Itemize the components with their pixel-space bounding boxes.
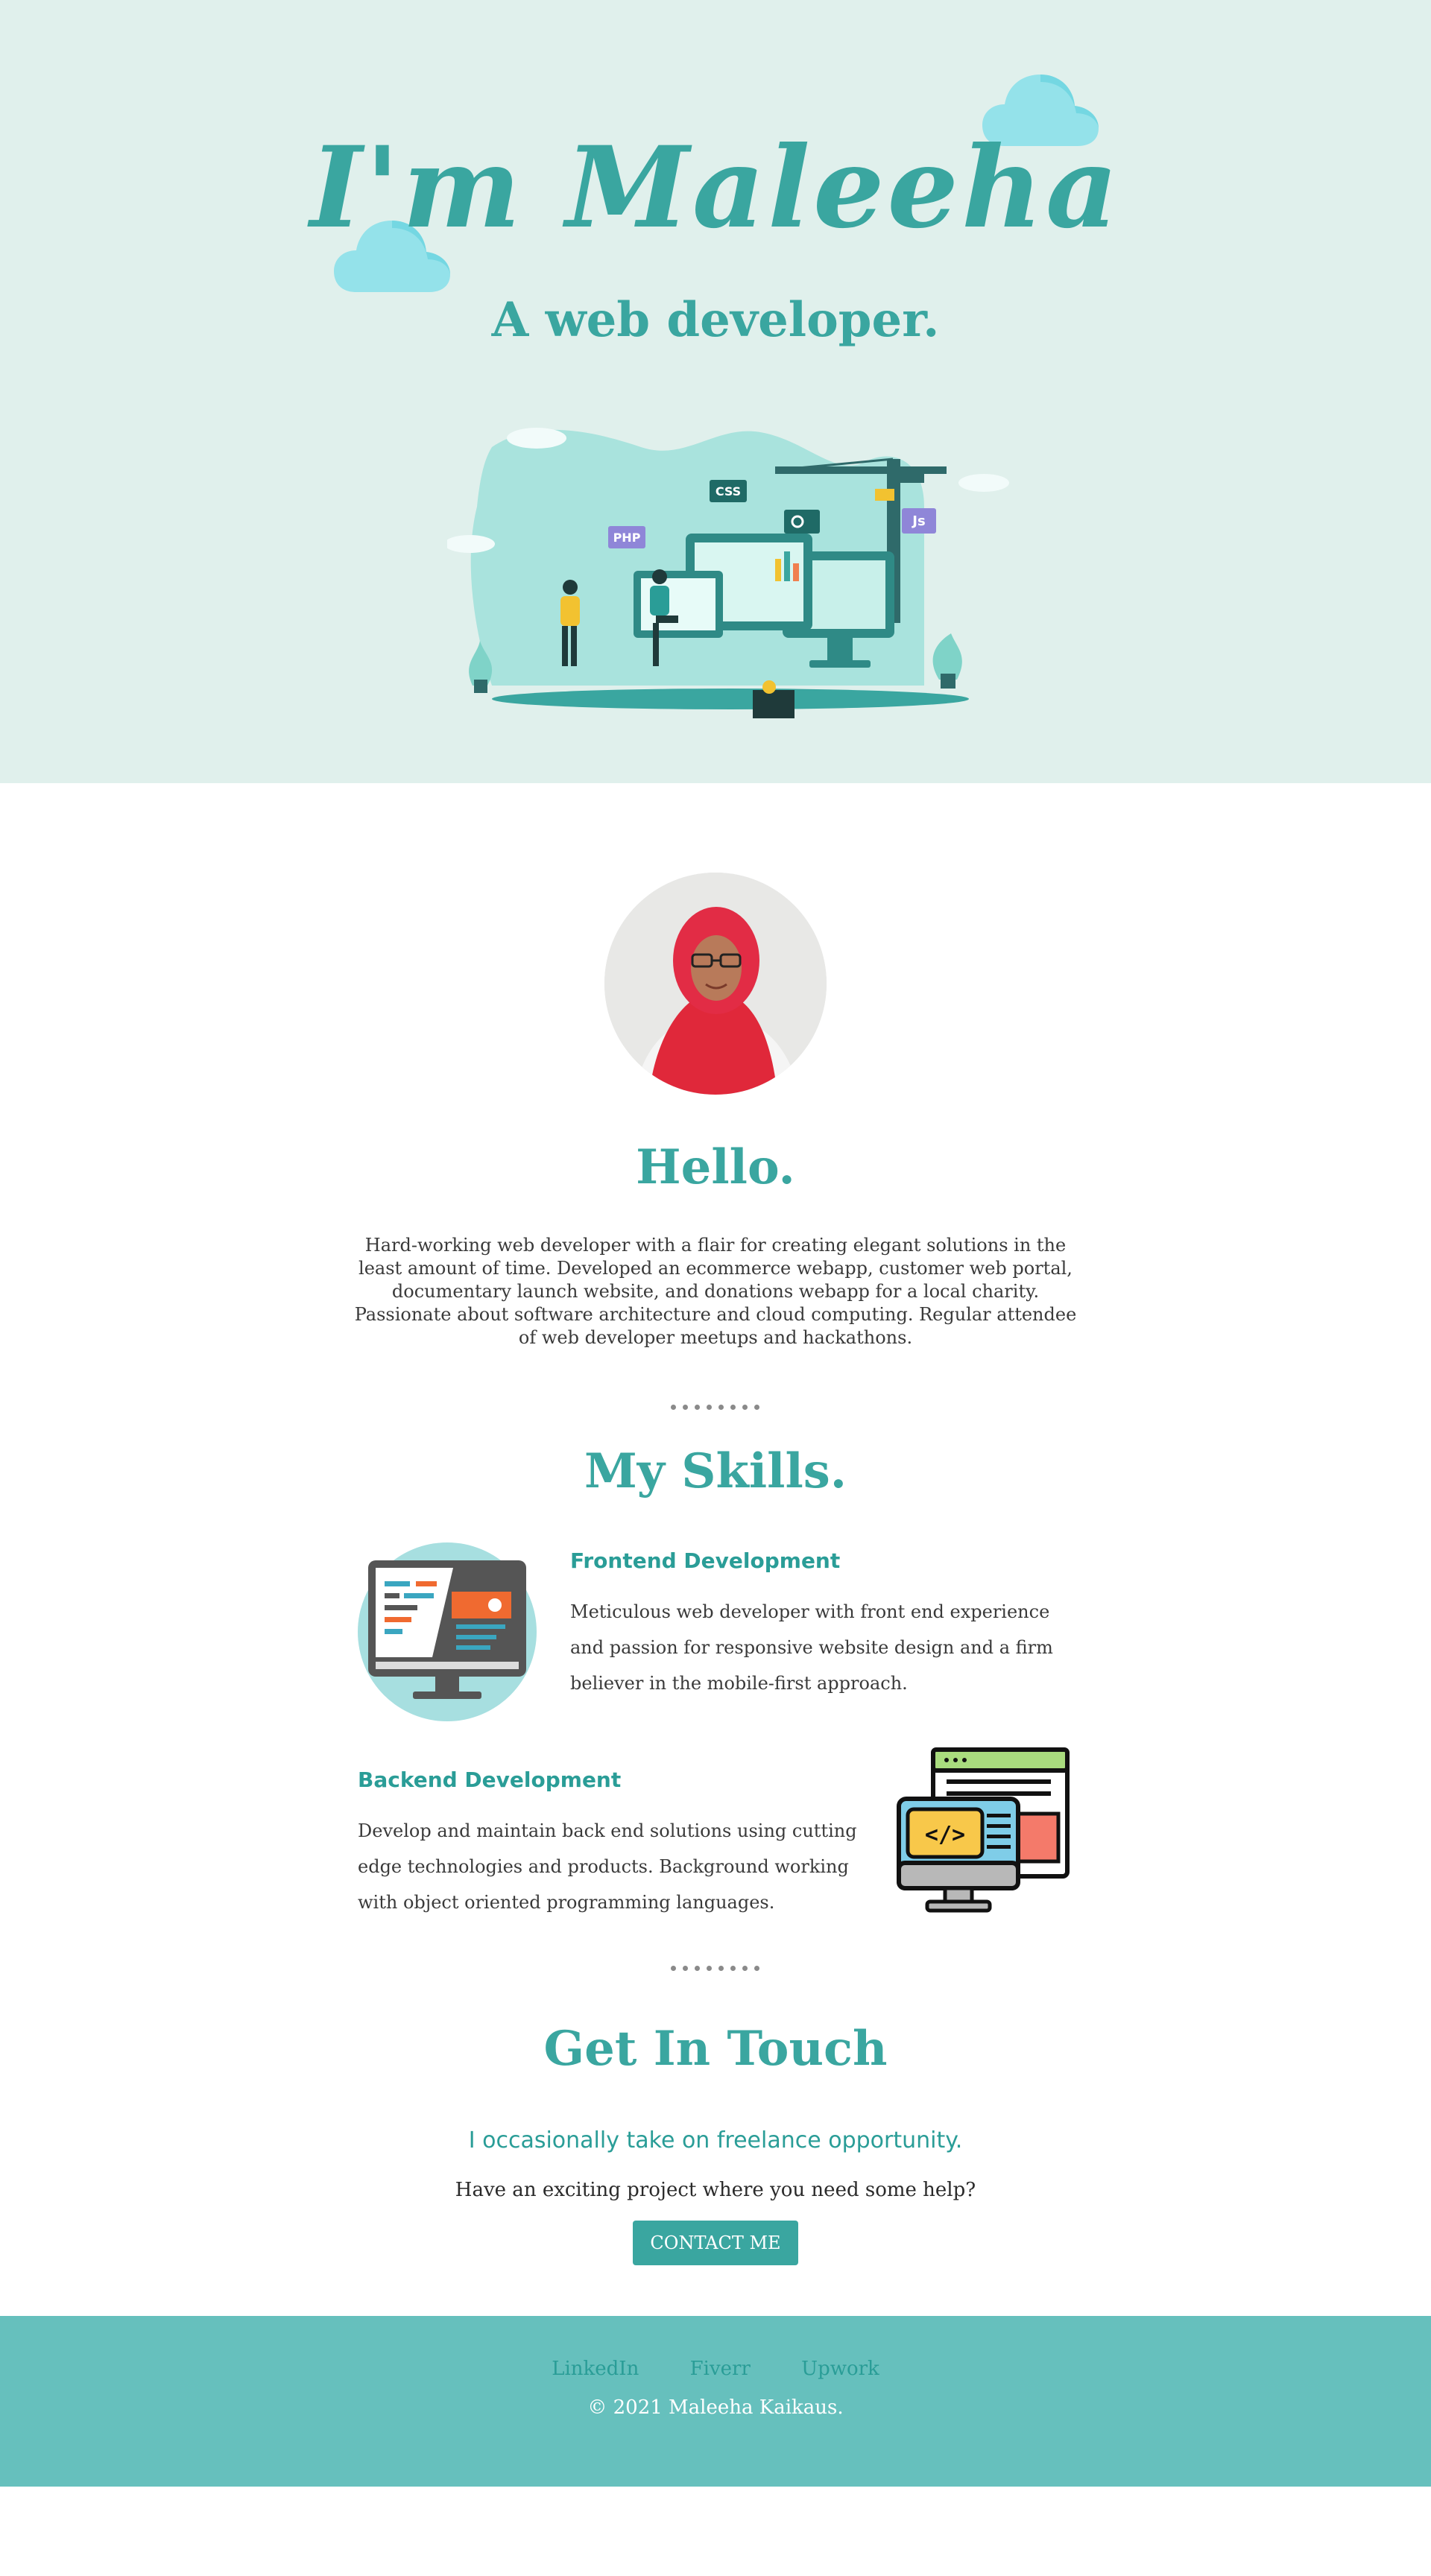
svg-text:</>: </> (925, 1822, 965, 1848)
contact-section: Get In Touch I occasionally take on free… (0, 2021, 1431, 2265)
section-divider (671, 1405, 760, 1412)
about-title: Hello. (636, 1139, 795, 1195)
css-label: CSS (716, 484, 741, 499)
footer-link-upwork[interactable]: Upwork (801, 2358, 879, 2380)
desktop-monitor-icon (358, 1542, 537, 1721)
skill-backend: Backend Development Develop and maintain… (358, 1747, 1073, 1951)
hero-title: I'm Maleeha (309, 122, 1122, 253)
hero-section: I'm Maleeha A web developer. CSS PHP Js (0, 0, 1431, 783)
footer-link-linkedin[interactable]: LinkedIn (552, 2358, 639, 2380)
contact-title: Get In Touch (543, 2021, 888, 2077)
about-section: Hello. Hard-working web developer with a… (0, 783, 1431, 1412)
skill-description: Meticulous web developer with front end … (570, 1601, 1053, 1694)
hero-subtitle: A web developer. (491, 292, 940, 348)
profile-photo (604, 873, 827, 1095)
js-label: Js (911, 513, 925, 529)
code-window-icon: </> (897, 1747, 1070, 1913)
php-label: PHP (613, 531, 641, 545)
footer-link-fiverr[interactable]: Fiverr (690, 2358, 751, 2380)
contact-tagline: I occasionally take on freelance opportu… (468, 2127, 963, 2153)
about-text: Hard-working web developer with a flair … (354, 1235, 1077, 1348)
skill-backend-body: Backend Development Develop and maintain… (358, 1768, 865, 1920)
skill-description: Develop and maintain back end solutions … (358, 1820, 857, 1913)
developer-illustration: CSS PHP Js (447, 428, 1009, 718)
contact-me-button[interactable]: CONTACT ME (633, 2221, 798, 2265)
footer-copyright: © 2021 Maleeha Kaikaus. (587, 2396, 844, 2419)
avatar (604, 873, 827, 1095)
skill-frontend-body: Frontend Development Meticulous web deve… (570, 1548, 1077, 1701)
contact-question: Have an exciting project where you need … (455, 2179, 976, 2201)
skill-heading: Backend Development (358, 1768, 622, 1792)
section-divider (671, 1966, 760, 1973)
footer-links: LinkedIn Fiverr Upwork (0, 2358, 1431, 2380)
skill-frontend: Frontend Development Meticulous web deve… (358, 1542, 1073, 1729)
skills-section: My Skills. Frontend Development Meticulo… (0, 1443, 1431, 1973)
skills-title: My Skills. (584, 1443, 847, 1499)
skill-heading: Frontend Development (570, 1548, 841, 1573)
footer: LinkedIn Fiverr Upwork © 2021 Maleeha Ka… (0, 2316, 1431, 2487)
